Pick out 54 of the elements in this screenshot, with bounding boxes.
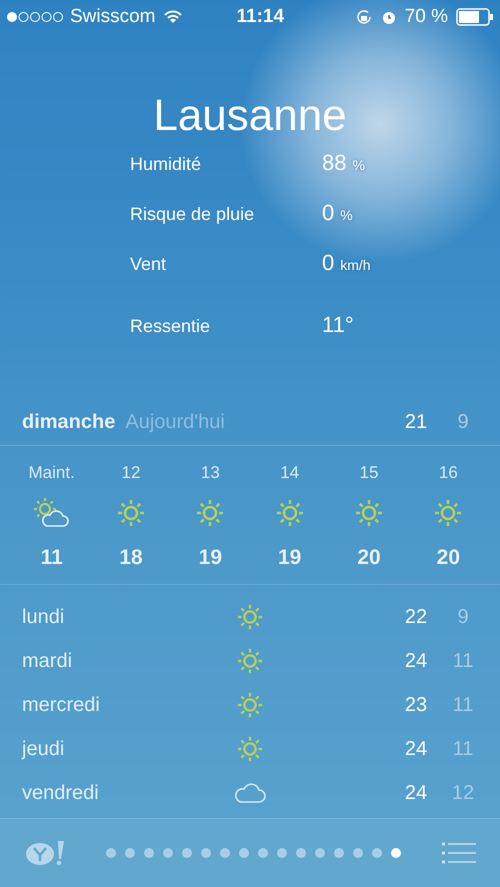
hour-temp: 18 bbox=[119, 545, 143, 571]
day-name: lundi bbox=[22, 604, 66, 630]
rotation-lock-icon bbox=[354, 8, 373, 26]
day-low: 11 bbox=[452, 648, 474, 674]
detail-value: 0 bbox=[322, 199, 334, 227]
hour-label: 15 bbox=[360, 462, 378, 484]
detail-value: 88 bbox=[322, 149, 346, 177]
today-high: 21 bbox=[404, 410, 428, 434]
hour-label: 13 bbox=[200, 462, 220, 484]
battery-percent: 70 % bbox=[404, 4, 448, 29]
day-high: 24 bbox=[404, 648, 428, 674]
alarm-icon bbox=[380, 9, 397, 25]
detail-label: Vent bbox=[130, 253, 168, 276]
hour-temp: 20 bbox=[436, 545, 460, 571]
hour-label: Maint. bbox=[28, 462, 75, 484]
day-name: jeudi bbox=[22, 736, 66, 762]
hour-temp: 20 bbox=[357, 545, 381, 571]
detail-label: Ressentie bbox=[130, 315, 212, 338]
hour-temp: 19 bbox=[198, 545, 222, 571]
day-high: 23 bbox=[404, 692, 428, 718]
carrier-name: Swisscom bbox=[70, 4, 156, 29]
day-high: 24 bbox=[404, 780, 428, 806]
detail-value: 11° bbox=[322, 311, 354, 339]
detail-value: 0 bbox=[322, 249, 334, 277]
hour-temp: 19 bbox=[278, 545, 302, 571]
detail-label: Humidité bbox=[130, 153, 202, 176]
detail-label: Risque de pluie bbox=[130, 203, 256, 226]
day-high: 22 bbox=[404, 604, 428, 630]
day-high: 24 bbox=[404, 736, 428, 762]
list-icon[interactable] bbox=[442, 842, 476, 864]
detail-unit: km/h bbox=[340, 256, 371, 275]
detail-unit: % bbox=[340, 206, 353, 225]
today-day: dimanche bbox=[22, 406, 116, 436]
cloud-icon bbox=[233, 780, 267, 804]
day-low: 12 bbox=[450, 780, 476, 806]
today-low: 9 bbox=[456, 410, 470, 434]
hour-label: 12 bbox=[122, 462, 140, 484]
detail-unit: % bbox=[352, 156, 365, 175]
battery-icon bbox=[456, 8, 494, 26]
day-low: 11 bbox=[452, 692, 474, 718]
clock-time: 11:14 bbox=[236, 4, 284, 29]
today-label: Aujourd'hui bbox=[125, 410, 225, 434]
signal-icon bbox=[6, 11, 64, 23]
day-name: mardi bbox=[22, 648, 74, 674]
wifi-icon bbox=[164, 10, 182, 24]
hour-label: 14 bbox=[280, 462, 300, 484]
day-low: 11 bbox=[452, 736, 474, 762]
sun-cloud-icon bbox=[32, 497, 71, 529]
day-name: vendredi bbox=[22, 780, 100, 806]
day-name: mercredi bbox=[22, 692, 101, 718]
day-low: 9 bbox=[456, 604, 470, 630]
hour-label: 16 bbox=[438, 462, 458, 484]
city-name: Lausanne bbox=[153, 91, 347, 140]
hour-temp: 11 bbox=[40, 545, 63, 571]
